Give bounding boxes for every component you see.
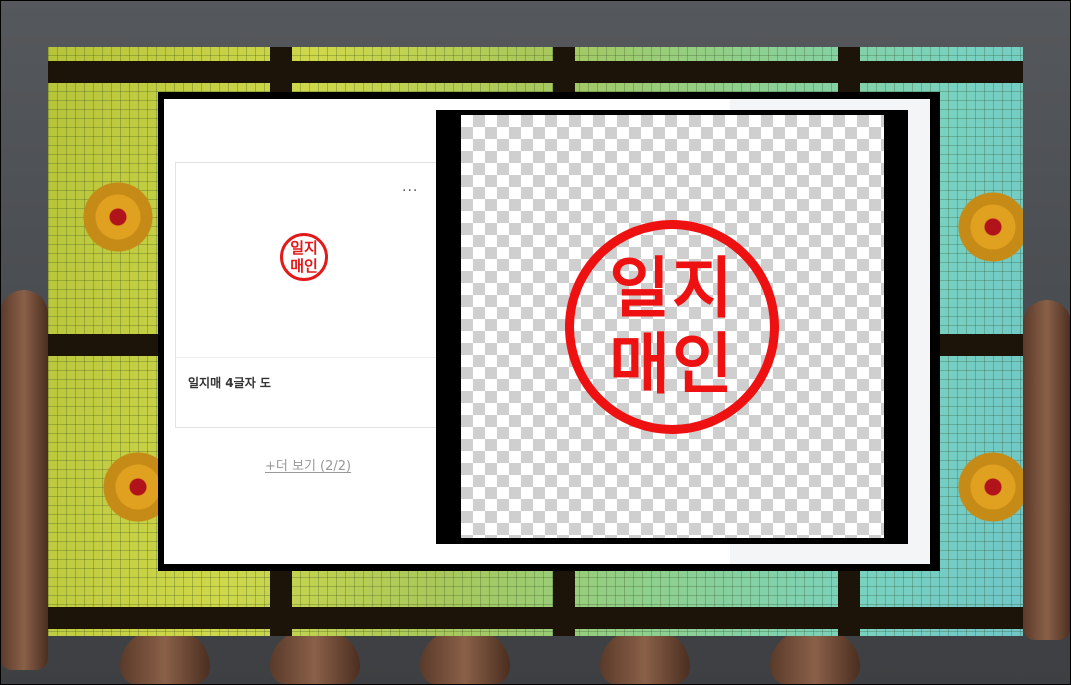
- outer-border: [0, 0, 1071, 685]
